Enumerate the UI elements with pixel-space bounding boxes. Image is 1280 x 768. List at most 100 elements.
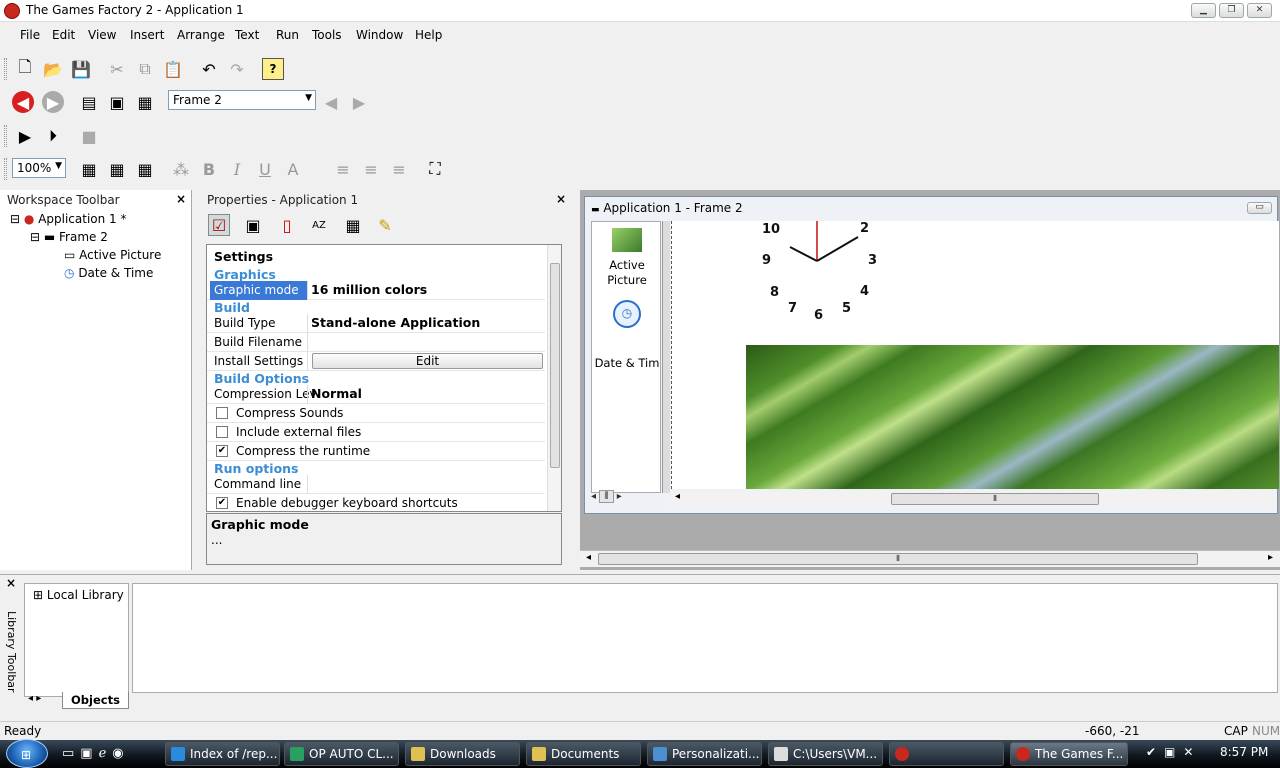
new-file-icon[interactable]: 🗋	[14, 57, 36, 80]
active-picture-object[interactable]	[746, 345, 1279, 489]
frame-canvas[interactable]: 10 2 9 3 8 4 7 6 5	[671, 221, 1279, 489]
back-icon[interactable]: ◀	[12, 91, 34, 113]
toolbar-grip[interactable]	[4, 58, 7, 80]
compress-runtime-checkbox[interactable]: ✔	[216, 445, 228, 457]
paste-icon[interactable]: 📋	[162, 58, 184, 80]
values-tab-icon[interactable]: ▦	[342, 214, 364, 236]
frame-minimize-button[interactable]: ▭	[1247, 202, 1272, 214]
grid-icon[interactable]: ▦	[78, 158, 100, 180]
palette-date-time[interactable]: Date & Tim	[592, 356, 662, 370]
tree-item-frame[interactable]: ⊟ ▬ Frame 2	[30, 230, 108, 244]
about-tab-icon[interactable]: AZ	[308, 214, 330, 236]
tree-item-application[interactable]: ⊟ ● Application 1 *	[10, 212, 127, 226]
property-enable-debugger[interactable]: ✔ Enable debugger keyboard shortcuts	[207, 494, 545, 511]
include-external-checkbox[interactable]	[216, 426, 228, 438]
menu-tools[interactable]: Tools	[312, 28, 342, 42]
install-settings-edit-button[interactable]: Edit	[312, 353, 543, 369]
close-icon[interactable]: ×	[6, 576, 16, 590]
menu-window[interactable]: Window	[356, 28, 403, 42]
cut-icon[interactable]: ✂	[106, 58, 128, 80]
help-icon[interactable]: ?	[262, 58, 284, 80]
menu-edit[interactable]: Edit	[52, 28, 75, 42]
menu-view[interactable]: View	[88, 28, 116, 42]
underline-icon[interactable]: U	[254, 158, 276, 180]
runtime-tab-icon[interactable]: ▯	[276, 214, 298, 236]
grid-setup-icon[interactable]: ▦	[134, 158, 156, 180]
frame-editor-icon[interactable]: ▣	[106, 91, 128, 113]
task-tgf-secondary[interactable]	[889, 742, 1004, 766]
property-build-type[interactable]: Build Type Stand-alone Application	[207, 314, 545, 333]
enable-debugger-checkbox[interactable]: ✔	[216, 497, 228, 509]
property-scrollbar[interactable]	[547, 245, 561, 511]
tree-item-date-time[interactable]: ◷ Date & Time	[64, 266, 153, 280]
property-build-filename[interactable]: Build Filename	[207, 333, 545, 352]
font-icon[interactable]: ⁂	[170, 158, 192, 180]
event-editor-icon[interactable]: ▦	[134, 91, 156, 113]
task-cmd[interactable]: C:\Users\VM...	[768, 742, 883, 766]
align-left-icon[interactable]: ≡	[332, 158, 354, 180]
frame-hscrollbar[interactable]: ◂ ⦀	[671, 491, 1277, 507]
italic-icon[interactable]: I	[226, 158, 248, 180]
tree-item-active-picture[interactable]: ▭ Active Picture	[64, 248, 161, 262]
system-tray-icons[interactable]: ✔▣✕	[1146, 745, 1216, 761]
library-tab-scroll[interactable]: ◂ ▸	[28, 693, 41, 704]
open-folder-icon[interactable]: 📂	[42, 58, 64, 80]
task-documents[interactable]: Documents	[526, 742, 641, 766]
date-time-icon[interactable]: ◷	[613, 300, 641, 328]
bold-icon[interactable]: B	[198, 158, 220, 180]
property-compress-sounds[interactable]: Compress Sounds	[207, 404, 545, 423]
palette-splitter[interactable]	[662, 221, 670, 493]
snap-icon[interactable]: ▦	[106, 158, 128, 180]
forward-icon[interactable]: ▶	[42, 91, 64, 113]
menu-text[interactable]: Text	[235, 28, 259, 42]
restore-button[interactable]: ❐	[1219, 3, 1244, 18]
library-tab-objects[interactable]: Objects	[62, 692, 129, 709]
menu-insert[interactable]: Insert	[130, 28, 164, 42]
task-games-factory[interactable]: The Games F...	[1010, 742, 1128, 766]
align-right-icon[interactable]: ≡	[388, 158, 410, 180]
settings-tab-icon[interactable]: ☑	[208, 214, 230, 236]
palette-active-picture[interactable]: Active Picture	[592, 258, 662, 288]
quick-launch[interactable]: ▭▣ℯ◉	[62, 746, 162, 762]
minimize-button[interactable]: ▁	[1191, 3, 1216, 18]
property-include-external[interactable]: Include external files	[207, 423, 545, 442]
property-compression[interactable]: Compression Lev Normal	[207, 385, 545, 404]
close-window-button[interactable]: ✕	[1247, 3, 1272, 18]
active-picture-icon[interactable]	[612, 228, 642, 252]
property-graphic-mode[interactable]: Graphic mode 16 million colors	[207, 281, 545, 300]
library-tree-item[interactable]: ⊞ Local Library	[33, 588, 124, 602]
text-color-icon[interactable]: A	[282, 158, 304, 180]
comment-tab-icon[interactable]: ✎	[374, 214, 396, 236]
save-icon[interactable]: 💾	[70, 58, 92, 80]
frame-select[interactable]: Frame 2 ▼	[168, 90, 316, 110]
storyboard-editor-icon[interactable]: ▤	[78, 91, 100, 113]
task-op-auto[interactable]: OP AUTO CL...	[284, 742, 399, 766]
fit-frame-icon[interactable]: ⛶	[424, 158, 446, 180]
zoom-select[interactable]: 100% ▼	[12, 158, 66, 178]
toolbar-grip[interactable]	[4, 158, 7, 180]
run-application-icon[interactable]: ▶	[14, 125, 36, 147]
align-center-icon[interactable]: ≡	[360, 158, 382, 180]
compress-sounds-checkbox[interactable]	[216, 407, 228, 419]
menu-run[interactable]: Run	[276, 28, 299, 42]
task-downloads[interactable]: Downloads	[405, 742, 520, 766]
menu-file[interactable]: File	[20, 28, 40, 42]
next-frame-icon[interactable]: ▶	[348, 91, 370, 113]
run-frame-icon[interactable]: ⏵	[42, 125, 64, 147]
close-icon[interactable]: ×	[176, 192, 186, 206]
editor-hscrollbar[interactable]: ◂ ⦀ ▸	[580, 550, 1280, 567]
task-index[interactable]: Index of /rep...	[165, 742, 280, 766]
property-compress-runtime[interactable]: ✔ Compress the runtime	[207, 442, 545, 461]
window-tab-icon[interactable]: ▣	[242, 214, 264, 236]
property-command-line[interactable]: Command line	[207, 475, 545, 494]
task-personalization[interactable]: Personalizati...	[647, 742, 762, 766]
stop-icon[interactable]: ■	[78, 125, 100, 147]
copy-icon[interactable]: ⧉	[134, 58, 156, 80]
previous-frame-icon[interactable]: ◀	[320, 91, 342, 113]
toolbar-grip[interactable]	[4, 125, 7, 147]
menu-arrange[interactable]: Arrange	[177, 28, 225, 42]
redo-icon[interactable]: ↷	[226, 58, 248, 80]
undo-icon[interactable]: ↶	[198, 58, 220, 80]
close-icon[interactable]: ×	[556, 192, 566, 206]
palette-scrollbar[interactable]: ◂ ⦀ ▸	[591, 490, 661, 507]
